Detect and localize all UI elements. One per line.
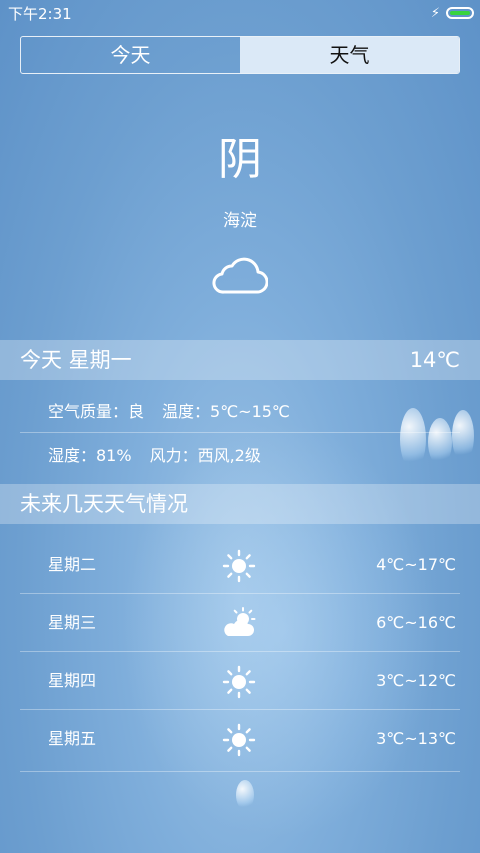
- water-bubble: [428, 418, 452, 466]
- forecast-range: 3℃~13℃: [376, 729, 456, 748]
- forecast-row: 星期二 4℃~17℃: [0, 536, 480, 594]
- sun-icon: [222, 665, 256, 699]
- divider: [20, 771, 460, 772]
- forecast-header: 未来几天天气情况: [0, 484, 480, 524]
- tab-bar: 今天 天气: [20, 36, 460, 74]
- forecast-range: 4℃~17℃: [376, 555, 456, 574]
- forecast-day: 星期三: [48, 613, 97, 632]
- forecast-range: 3℃~12℃: [376, 671, 456, 690]
- forecast-row: 星期五 3℃~13℃: [0, 710, 480, 768]
- forecast-day: 星期五: [48, 729, 97, 748]
- cloud-icon: [212, 257, 268, 294]
- tab-today[interactable]: 今天: [21, 37, 240, 73]
- today-detail-row-1: 空气质量：良 温度：5℃~15℃: [48, 401, 290, 423]
- sun-icon: [222, 723, 256, 757]
- forecast-range: 6℃~16℃: [376, 613, 456, 632]
- forecast-day: 星期二: [48, 555, 97, 574]
- partly-cloudy-icon: [224, 607, 256, 636]
- today-temp: 14℃: [409, 348, 460, 372]
- status-bar: 下午2:31 ⚡: [0, 0, 480, 28]
- today-header: 今天 星期一 14℃: [0, 340, 480, 380]
- temp-range: 温度：5℃~15℃: [162, 402, 290, 421]
- forecast-row: 星期三 6℃~16℃: [0, 594, 480, 652]
- water-bubble: [452, 410, 474, 462]
- forecast-day: 星期四: [48, 671, 97, 690]
- forecast-row: 星期四 3℃~12℃: [0, 652, 480, 710]
- today-title: 今天 星期一: [20, 348, 132, 372]
- charging-icon: ⚡: [430, 6, 440, 21]
- status-time: 下午2:31: [8, 5, 72, 23]
- water-bubble: [236, 780, 254, 810]
- wind: 风力：西风,2级: [149, 446, 261, 465]
- water-bubble: [400, 408, 426, 470]
- forecast-title: 未来几天天气情况: [20, 492, 188, 516]
- city-name: 海淀: [223, 211, 257, 231]
- current-condition: 阴: [218, 134, 262, 185]
- sun-icon: [222, 549, 256, 583]
- battery-fill: [450, 11, 470, 15]
- humidity: 湿度：81%: [48, 446, 132, 465]
- tab-weather[interactable]: 天气: [240, 37, 459, 73]
- today-detail-row-2: 湿度：81% 风力：西风,2级: [48, 445, 261, 467]
- battery-icon: [446, 7, 474, 19]
- air-quality: 空气质量：良: [48, 402, 145, 421]
- divider: [20, 432, 460, 433]
